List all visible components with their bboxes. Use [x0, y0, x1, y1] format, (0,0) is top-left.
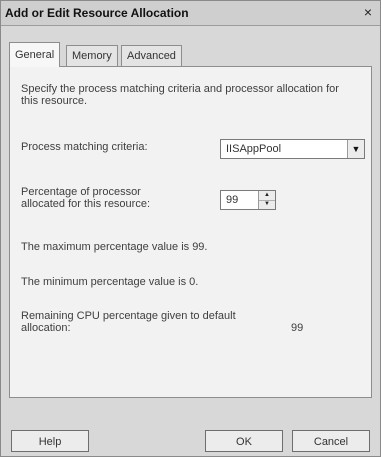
triangle-down-icon[interactable]: ▼	[259, 200, 275, 209]
tab-general[interactable]: General	[9, 42, 61, 67]
criteria-dropdown[interactable]: IISAppPool ▼	[220, 139, 365, 159]
percentage-label: Percentage of processor allocated for th…	[21, 186, 151, 210]
tab-memory[interactable]: Memory	[66, 45, 118, 66]
percentage-stepper[interactable]: 99 ▲ ▼	[220, 190, 276, 210]
ok-button[interactable]: OK	[205, 430, 283, 452]
close-button[interactable]: ×	[359, 4, 377, 21]
general-panel: Specify the process matching criteria an…	[9, 66, 372, 398]
chevron-down-icon[interactable]: ▼	[347, 140, 364, 158]
criteria-label: Process matching criteria:	[21, 141, 148, 153]
help-button[interactable]: Help	[11, 430, 89, 452]
title-bar: Add or Edit Resource Allocation ×	[1, 1, 380, 26]
cancel-button[interactable]: Cancel	[292, 430, 370, 452]
max-percentage-text: The maximum percentage value is 99.	[21, 241, 208, 253]
remaining-value: 99	[291, 322, 304, 334]
criteria-value: IISAppPool	[226, 143, 282, 155]
description-text: Specify the process matching criteria an…	[21, 83, 339, 107]
tab-advanced[interactable]: Advanced	[121, 45, 182, 66]
dialog-title: Add or Edit Resource Allocation	[5, 6, 189, 20]
dialog-window: Add or Edit Resource Allocation × Genera…	[0, 0, 381, 457]
remaining-label: Remaining CPU percentage given to defaul…	[21, 310, 236, 334]
percentage-value: 99	[226, 194, 239, 206]
min-percentage-text: The minimum percentage value is 0.	[21, 276, 199, 288]
stepper-buttons: ▲ ▼	[258, 191, 275, 209]
